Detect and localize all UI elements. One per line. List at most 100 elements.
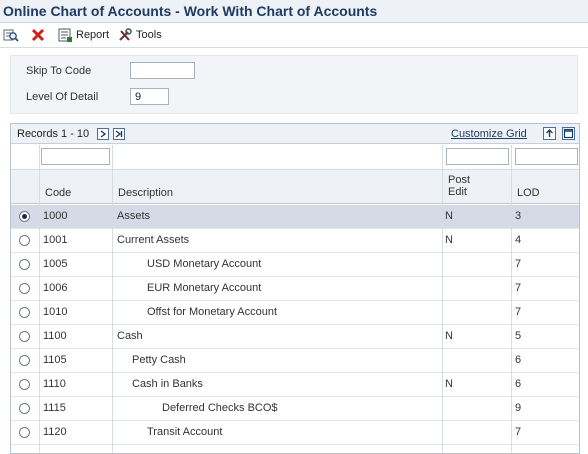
lod-cell: 5 (515, 330, 522, 342)
records-count: Records 1 - 10 (17, 127, 90, 140)
description-cell: Cash in Banks (132, 378, 203, 390)
post-edit-column-header[interactable]: Post Edit (448, 174, 470, 198)
tools-icon (117, 27, 133, 43)
post-edit-filter-input[interactable] (446, 148, 509, 165)
description-column-header[interactable]: Description (118, 187, 173, 199)
accounts-grid: Records 1 - 10 Customize Grid Code Descr… (10, 123, 580, 454)
skip-to-end-icon (115, 129, 123, 138)
table-row[interactable]: 1115 Deferred Checks BCO$ 9 (11, 397, 579, 421)
level-of-detail-input[interactable] (130, 88, 169, 105)
description-cell: EUR Monetary Account (147, 282, 262, 294)
description-cell: Petty Cash (132, 354, 186, 366)
table-row[interactable]: 1005 USD Monetary Account 7 (11, 253, 579, 277)
row-select-radio[interactable] (19, 307, 30, 318)
row-select-radio[interactable] (19, 331, 30, 342)
export-icon (546, 129, 553, 137)
code-cell: 1000 (43, 210, 68, 222)
lod-column-header[interactable]: LOD (517, 187, 540, 199)
description-cell: Offst for Monetary Account (147, 306, 278, 318)
tools-label: Tools (136, 29, 162, 41)
report-icon (57, 27, 73, 43)
page-title: Online Chart of Accounts - Work With Cha… (3, 3, 378, 19)
close-button[interactable] (30, 27, 49, 43)
code-cell: 1006 (43, 282, 68, 294)
row-select-radio[interactable] (19, 283, 30, 294)
query-form: Skip To Code Level Of Detail (10, 55, 578, 114)
lod-cell: 3 (515, 210, 522, 222)
code-cell: 1110 (43, 378, 66, 390)
query-by-example-row (11, 145, 579, 170)
customize-grid-link[interactable]: Customize Grid (451, 128, 527, 140)
table-row[interactable]: 1120 Transit Account 7 (11, 421, 579, 445)
post-edit-cell: N (445, 210, 453, 222)
close-icon (30, 27, 46, 43)
code-cell: 1115 (43, 402, 66, 414)
description-cell: Current Assets (117, 234, 190, 246)
code-filter-input[interactable] (41, 148, 110, 165)
last-page-button[interactable] (113, 127, 126, 140)
table-row[interactable]: 1100 Cash N 5 (11, 325, 579, 349)
description-cell: USD Monetary Account (147, 258, 262, 270)
post-edit-cell: N (445, 378, 453, 390)
description-cell: Assets (117, 210, 151, 222)
description-cell: Deferred Checks BCO$ (162, 402, 278, 414)
row-select-radio[interactable] (19, 355, 30, 366)
toolbar: Report Tools (0, 23, 588, 48)
report-label: Report (76, 29, 110, 41)
row-select-radio[interactable] (19, 211, 30, 222)
table-row[interactable]: 1110 Cash in Banks N 6 (11, 373, 579, 397)
lod-cell: 9 (515, 402, 522, 414)
column-divider (112, 145, 113, 453)
chevron-right-icon (100, 129, 107, 138)
grid-header: Code Description Post Edit LOD (11, 170, 579, 204)
table-row[interactable]: 1010 Offst for Monetary Account 7 (11, 301, 579, 325)
description-cell: Transit Account (147, 426, 223, 438)
post-edit-cell: N (445, 234, 453, 246)
skip-to-code-input[interactable] (130, 62, 195, 79)
lod-cell: 4 (515, 234, 522, 246)
code-cell: 1005 (43, 258, 68, 270)
post-edit-header-line2: Edit (448, 186, 467, 198)
row-select-radio[interactable] (19, 427, 30, 438)
level-of-detail-row: Level Of Detail (26, 88, 169, 105)
skip-to-code-label: Skip To Code (26, 64, 92, 77)
table-row[interactable]: 1006 EUR Monetary Account 7 (11, 277, 579, 301)
lod-cell: 6 (515, 378, 522, 390)
code-cell: 1105 (43, 354, 67, 366)
row-select-radio[interactable] (19, 379, 30, 390)
lod-cell: 7 (515, 258, 522, 270)
description-cell: Cash (117, 330, 143, 342)
maximize-grid-button[interactable] (562, 127, 575, 140)
code-cell: 1010 (43, 306, 68, 318)
lod-cell: 6 (515, 354, 522, 366)
tools-button[interactable]: Tools (117, 27, 162, 43)
next-page-button[interactable] (97, 127, 110, 140)
table-row[interactable]: 1001 Current Assets N 4 (11, 229, 579, 253)
find-button[interactable] (3, 27, 22, 43)
lod-cell: 7 (515, 426, 522, 438)
lod-cell: 7 (515, 306, 522, 318)
column-divider (39, 145, 40, 453)
report-button[interactable]: Report (57, 27, 109, 43)
column-divider (511, 145, 512, 453)
code-cell: 1001 (43, 234, 68, 246)
code-cell: 1100 (43, 330, 67, 342)
row-select-radio[interactable] (19, 403, 30, 414)
skip-to-code-row: Skip To Code (26, 62, 195, 79)
code-cell: 1120 (43, 426, 67, 438)
code-column-header[interactable]: Code (45, 187, 71, 199)
table-row[interactable]: 1105 Petty Cash 6 (11, 349, 579, 373)
post-edit-header-line1: Post (448, 174, 471, 186)
level-of-detail-label: Level Of Detail (26, 90, 99, 103)
title-bar: Online Chart of Accounts - Work With Cha… (0, 0, 588, 23)
post-edit-cell: N (445, 330, 453, 342)
table-row[interactable]: 1000 Assets N 3 (11, 205, 579, 229)
grid-toolbar: Records 1 - 10 Customize Grid (11, 124, 579, 144)
export-grid-button[interactable] (543, 127, 556, 140)
find-icon (3, 27, 19, 43)
maximize-icon (563, 128, 574, 139)
lod-cell: 7 (515, 282, 522, 294)
row-select-radio[interactable] (19, 259, 30, 270)
row-select-radio[interactable] (19, 235, 30, 246)
lod-filter-input[interactable] (515, 148, 578, 165)
